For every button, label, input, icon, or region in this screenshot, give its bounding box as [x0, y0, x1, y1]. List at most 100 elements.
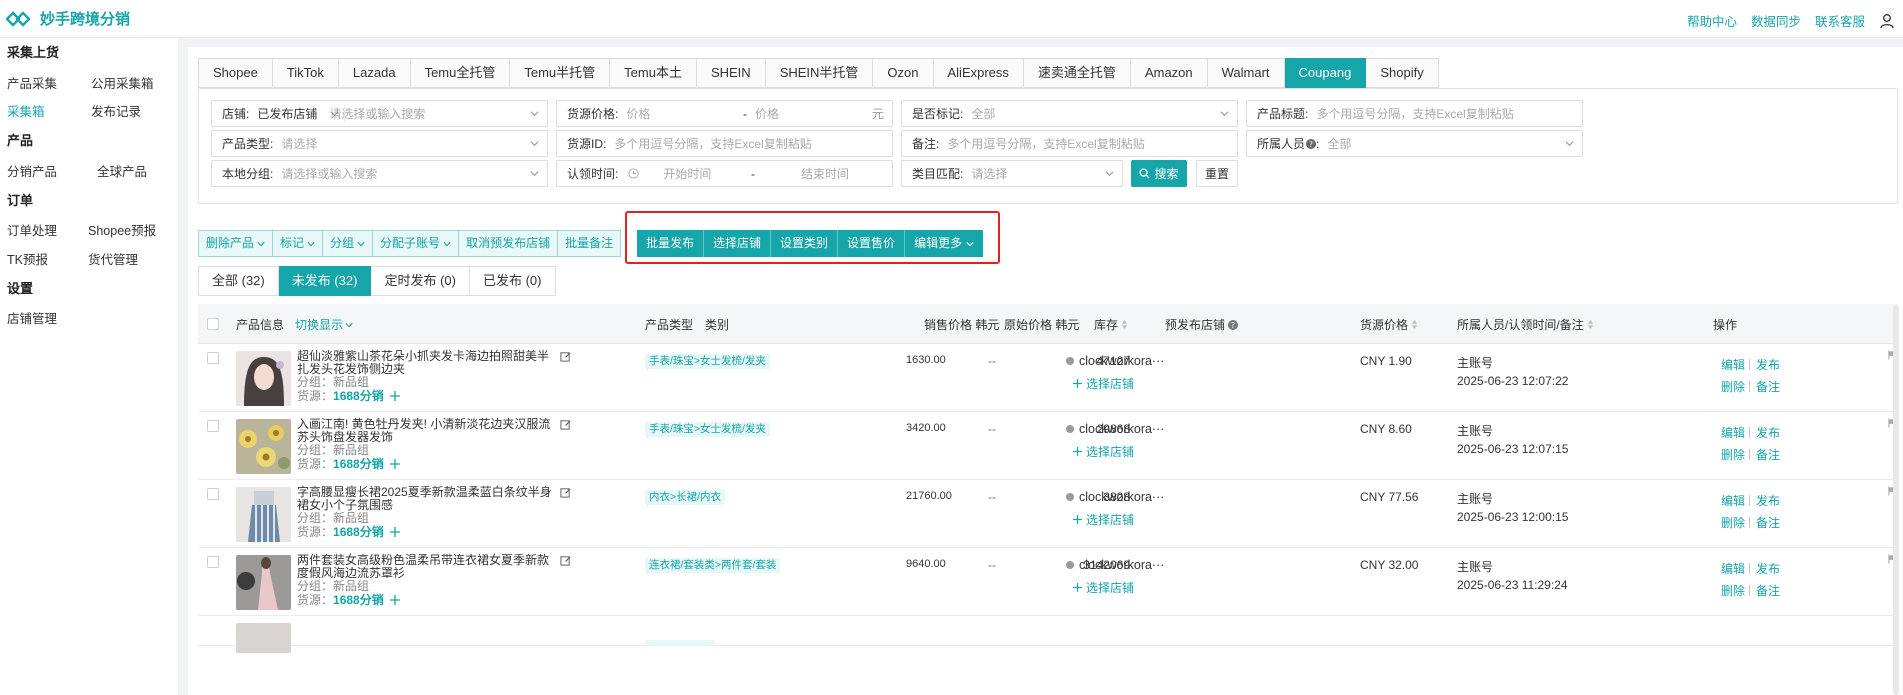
product-thumbnail[interactable]	[236, 623, 291, 653]
edit-link[interactable]: 编辑	[1721, 560, 1745, 577]
store-filter[interactable]: 店铺: 已发布店铺 请选择或输入搜索	[211, 100, 548, 127]
edit-link[interactable]: 编辑	[1721, 424, 1745, 441]
select-all-checkbox[interactable]	[207, 318, 219, 330]
header-owner[interactable]: 所属人员/认领时间/备注	[1457, 316, 1594, 333]
publish-link[interactable]: 发布	[1756, 424, 1780, 441]
plus-icon[interactable]	[389, 391, 400, 401]
plus-icon[interactable]	[389, 527, 400, 537]
header-stock[interactable]: 库存	[1094, 316, 1128, 333]
title-input[interactable]: 多个用逗号分隔，支持Excel复制粘贴	[1308, 105, 1513, 122]
scrollbar[interactable]	[1893, 305, 1899, 695]
tab-temu-local[interactable]: Temu本土	[610, 58, 697, 88]
publish-link[interactable]: 发布	[1756, 492, 1780, 509]
price-min-input[interactable]: 价格	[618, 105, 738, 122]
tab-temu-full[interactable]: Temu全托管	[410, 58, 511, 88]
product-title[interactable]: 两件套装女高级粉色温柔吊带连衣裙女夏季新款度假风海边流苏罩衫	[297, 554, 555, 579]
delete-product-button[interactable]: 删除产品	[198, 230, 274, 257]
select-store-link[interactable]: 选择店铺	[1073, 511, 1134, 528]
sidebar-item-public-collect-box[interactable]: 公用采集箱	[91, 73, 154, 92]
reset-button[interactable]: 重置	[1196, 160, 1238, 187]
tab-tiktok[interactable]: TikTok	[272, 58, 339, 88]
tab-coupang[interactable]: Coupang	[1284, 58, 1367, 88]
remark-link[interactable]: 备注	[1756, 582, 1780, 599]
tab-temu-semi[interactable]: Temu半托管	[510, 58, 611, 88]
claim-end-input[interactable]: 结束时间	[793, 165, 849, 182]
tab-smt-full[interactable]: 速卖通全托管	[1023, 58, 1131, 88]
product-type-filter[interactable]: 产品类型: 请选择	[211, 130, 548, 157]
sidebar-item-shopee-forecast[interactable]: Shopee预报	[88, 220, 156, 239]
sidebar-item-collect-box[interactable]: 采集箱	[7, 101, 45, 120]
source-link[interactable]: 1688分销	[333, 457, 384, 471]
edit-icon[interactable]	[560, 419, 571, 430]
tab-ozon[interactable]: Ozon	[873, 58, 934, 88]
sidebar-item-store-management[interactable]: 店铺管理	[7, 308, 57, 327]
product-thumbnail[interactable]	[236, 487, 291, 542]
assign-subaccount-button[interactable]: 分配子账号	[373, 230, 460, 257]
edit-icon[interactable]	[560, 555, 571, 566]
source-price-filter[interactable]: 货源价格: 价格 - 价格 元	[556, 100, 893, 127]
sidebar-item-tk-forecast[interactable]: TK预报	[7, 249, 48, 268]
select-store-link[interactable]: 选择店铺	[1073, 375, 1134, 392]
delete-link[interactable]: 删除	[1721, 446, 1745, 463]
claim-start-input[interactable]: 开始时间	[639, 165, 711, 182]
user-icon[interactable]	[1879, 13, 1895, 29]
product-thumbnail[interactable]	[236, 351, 291, 406]
mark-button[interactable]: 标记	[273, 230, 324, 257]
product-title[interactable]: 超仙淡雅紫山茶花朵小抓夹发卡海边拍照甜美半扎发头花发饰侧边夹	[297, 350, 555, 375]
product-thumbnail[interactable]	[236, 419, 291, 474]
help-center-link[interactable]: 帮助中心	[1687, 11, 1737, 30]
tab-published[interactable]: 已发布 (0)	[469, 266, 556, 296]
plus-icon[interactable]	[389, 595, 400, 605]
select-store-link[interactable]: 选择店铺	[1073, 579, 1134, 596]
remark-link[interactable]: 备注	[1756, 378, 1780, 395]
row-checkbox[interactable]	[207, 556, 219, 568]
tab-shopee[interactable]: Shopee	[198, 58, 273, 88]
claim-time-filter[interactable]: 认领时间: 开始时间 - 结束时间	[556, 160, 893, 187]
publish-link[interactable]: 发布	[1756, 560, 1780, 577]
sidebar-item-freight-management[interactable]: 货代管理	[88, 249, 138, 268]
plus-icon[interactable]	[389, 459, 400, 469]
edit-link[interactable]: 编辑	[1721, 356, 1745, 373]
select-store-link[interactable]: 选择店铺	[1073, 443, 1134, 460]
tab-lazada[interactable]: Lazada	[338, 58, 411, 88]
owner-filter[interactable]: 所属人员 ? : 全部	[1246, 130, 1583, 157]
tab-scheduled[interactable]: 定时发布 (0)	[371, 266, 470, 296]
title-filter[interactable]: 产品标题: 多个用逗号分隔，支持Excel复制粘贴	[1246, 100, 1583, 127]
header-source-price[interactable]: 货源价格	[1360, 316, 1418, 333]
marked-filter[interactable]: 是否标记: 全部	[901, 100, 1238, 127]
row-checkbox[interactable]	[207, 420, 219, 432]
tab-shein-semi[interactable]: SHEIN半托管	[765, 58, 874, 88]
delete-link[interactable]: 删除	[1721, 514, 1745, 531]
delete-link[interactable]: 删除	[1721, 378, 1745, 395]
logo[interactable]: 妙手跨境分销	[6, 8, 130, 29]
local-group-filter[interactable]: 本地分组: 请选择或输入搜索	[211, 160, 548, 187]
delete-link[interactable]: 删除	[1721, 582, 1745, 599]
source-id-input[interactable]: 多个用逗号分隔，支持Excel复制粘贴	[606, 135, 811, 152]
contact-support-link[interactable]: 联系客服	[1815, 11, 1865, 30]
edit-icon[interactable]	[560, 351, 571, 362]
sidebar-item-product-collect[interactable]: 产品采集	[7, 73, 57, 92]
row-checkbox[interactable]	[207, 352, 219, 364]
edit-link[interactable]: 编辑	[1721, 492, 1745, 509]
sidebar-item-distribution-product[interactable]: 分销产品	[7, 161, 57, 180]
source-id-filter[interactable]: 货源ID: 多个用逗号分隔，支持Excel复制粘贴	[556, 130, 893, 157]
sidebar-item-publish-log[interactable]: 发布记录	[91, 101, 141, 120]
product-title[interactable]: 入画江南! 黄色牡丹发夹! 小清新淡花边夹汉服流苏头饰盘发器发饰	[297, 418, 555, 443]
remark-filter[interactable]: 备注: 多个用逗号分隔，支持Excel复制粘贴	[901, 130, 1238, 157]
group-button[interactable]: 分组	[323, 230, 374, 257]
category-match-filter[interactable]: 类目匹配: 请选择	[901, 160, 1123, 187]
data-sync-link[interactable]: 数据同步	[1751, 11, 1801, 30]
tab-shein[interactable]: SHEIN	[696, 58, 766, 88]
source-link[interactable]: 1688分销	[333, 525, 384, 539]
source-link[interactable]: 1688分销	[333, 593, 384, 607]
sidebar-item-global-product[interactable]: 全球产品	[97, 161, 147, 180]
tab-walmart[interactable]: Walmart	[1207, 58, 1285, 88]
search-button[interactable]: 搜索	[1131, 160, 1187, 187]
tab-amazon[interactable]: Amazon	[1130, 58, 1208, 88]
toggle-display-button[interactable]: 切换显示	[295, 316, 353, 333]
remark-link[interactable]: 备注	[1756, 446, 1780, 463]
edit-icon[interactable]	[560, 487, 571, 498]
tab-all[interactable]: 全部 (32)	[198, 266, 279, 296]
publish-link[interactable]: 发布	[1756, 356, 1780, 373]
cancel-prepublish-store-button[interactable]: 取消预发布店铺	[459, 230, 559, 257]
